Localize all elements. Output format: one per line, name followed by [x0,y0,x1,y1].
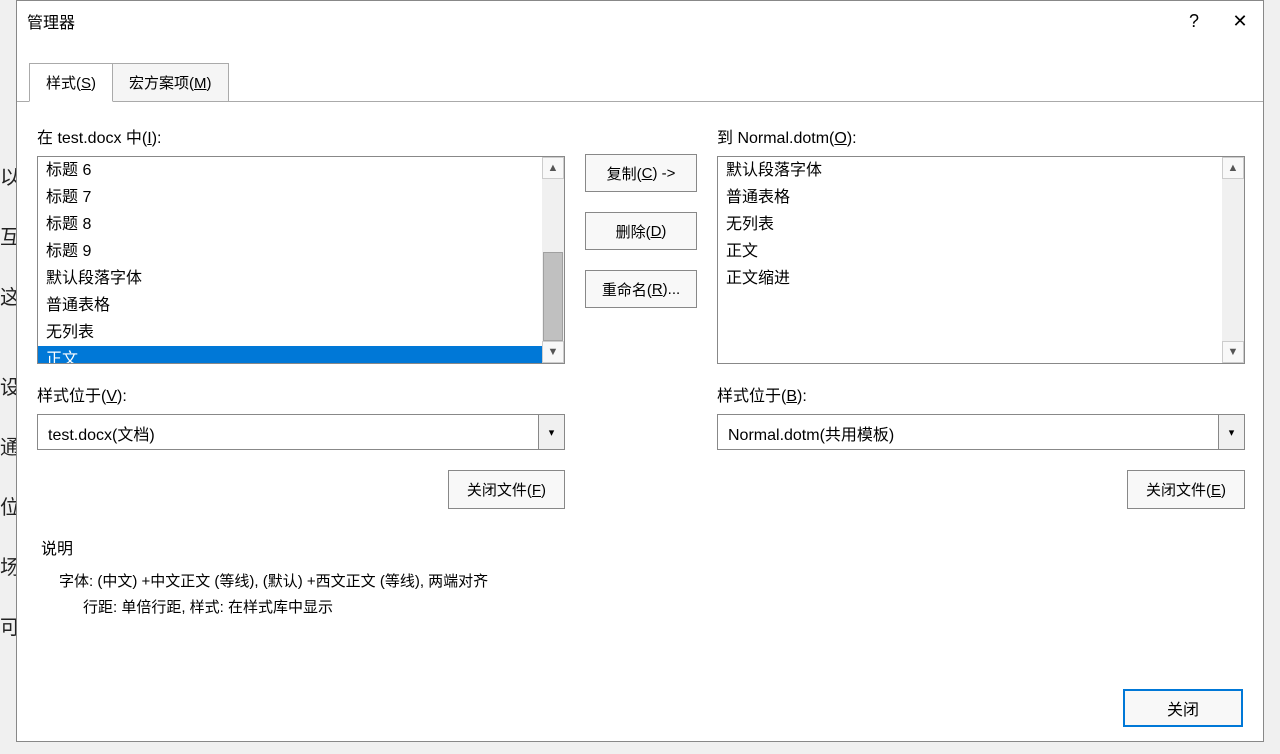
dialog-footer: 关闭 [1123,689,1243,727]
description-line-1: 字体: (中文) +中文正文 (等线), (默认) +西文正文 (等线), 两端… [41,569,1239,595]
list-item[interactable]: 默认段落字体 [718,157,1222,184]
list-item[interactable]: 标题 9 [38,238,542,265]
scroll-down-icon[interactable]: ▼ [542,341,564,363]
dialog-title: 管理器 [27,9,1171,33]
right-scrollbar[interactable]: ▲ ▼ [1222,157,1244,363]
left-scrollbar[interactable]: ▲ ▼ [542,157,564,363]
scroll-thumb[interactable] [543,252,563,341]
left-styles-listbox[interactable]: 标题 6标题 7标题 8标题 9默认段落字体普通表格无列表正文 ▲ ▼ [37,156,565,364]
right-column: 到 Normal.dotm(O): 默认段落字体普通表格无列表正文正文缩进 ▲ … [717,124,1245,509]
right-styles-listbox[interactable]: 默认段落字体普通表格无列表正文正文缩进 ▲ ▼ [717,156,1245,364]
scroll-track[interactable] [542,179,564,341]
help-button[interactable]: ? [1171,1,1217,41]
chevron-down-icon[interactable]: ▾ [538,415,564,449]
copy-button[interactable]: 复制(C) -> [585,154,697,192]
list-item[interactable]: 正文 [38,346,542,364]
scroll-down-icon[interactable]: ▼ [1222,341,1244,363]
left-location-label: 样式位于(V): [37,382,565,406]
chevron-down-icon[interactable]: ▾ [1218,415,1244,449]
right-location-combobox[interactable]: Normal.dotm(共用模板) ▾ [717,414,1245,450]
description-line-2: 行距: 单倍行距, 样式: 在样式库中显示 [41,595,1239,621]
description-label: 说明 [41,535,1239,559]
right-location-label: 样式位于(B): [717,382,1245,406]
left-location-value: test.docx(文档) [38,415,538,449]
list-item[interactable]: 标题 7 [38,184,542,211]
organizer-dialog: 管理器 ? ✕ 样式(S) 宏方案项(M) 在 test.docx 中(I): … [16,0,1264,742]
left-location-combobox[interactable]: test.docx(文档) ▾ [37,414,565,450]
tab-content: 在 test.docx 中(I): 标题 6标题 7标题 8标题 9默认段落字体… [17,101,1263,631]
scroll-up-icon[interactable]: ▲ [542,157,564,179]
list-item[interactable]: 无列表 [38,319,542,346]
list-item[interactable]: 无列表 [718,211,1222,238]
right-list-label: 到 Normal.dotm(O): [717,124,1245,148]
close-button[interactable]: 关闭 [1123,689,1243,727]
tab-macros[interactable]: 宏方案项(M) [112,63,229,102]
list-item[interactable]: 正文缩进 [718,265,1222,292]
right-location-value: Normal.dotm(共用模板) [718,415,1218,449]
action-column: 复制(C) -> 删除(D) 重命名(R)... [577,124,705,308]
titlebar-controls: ? ✕ [1171,1,1263,41]
scroll-track[interactable] [1222,179,1244,341]
close-icon[interactable]: ✕ [1217,1,1263,41]
rename-button[interactable]: 重命名(R)... [585,270,697,308]
list-item[interactable]: 普通表格 [38,292,542,319]
list-item[interactable]: 标题 8 [38,211,542,238]
list-item[interactable]: 标题 6 [38,157,542,184]
list-item[interactable]: 默认段落字体 [38,265,542,292]
dialog-titlebar: 管理器 ? ✕ [17,1,1263,41]
left-close-file-button[interactable]: 关闭文件(F) [448,470,565,509]
scroll-up-icon[interactable]: ▲ [1222,157,1244,179]
list-item[interactable]: 正文 [718,238,1222,265]
right-close-file-button[interactable]: 关闭文件(E) [1127,470,1245,509]
left-list-label: 在 test.docx 中(I): [37,124,565,148]
delete-button[interactable]: 删除(D) [585,212,697,250]
description-section: 说明 字体: (中文) +中文正文 (等线), (默认) +西文正文 (等线),… [37,535,1243,621]
left-column: 在 test.docx 中(I): 标题 6标题 7标题 8标题 9默认段落字体… [37,124,565,509]
tab-bar: 样式(S) 宏方案项(M) [29,63,1263,102]
list-item[interactable]: 普通表格 [718,184,1222,211]
tab-styles[interactable]: 样式(S) [29,63,113,102]
